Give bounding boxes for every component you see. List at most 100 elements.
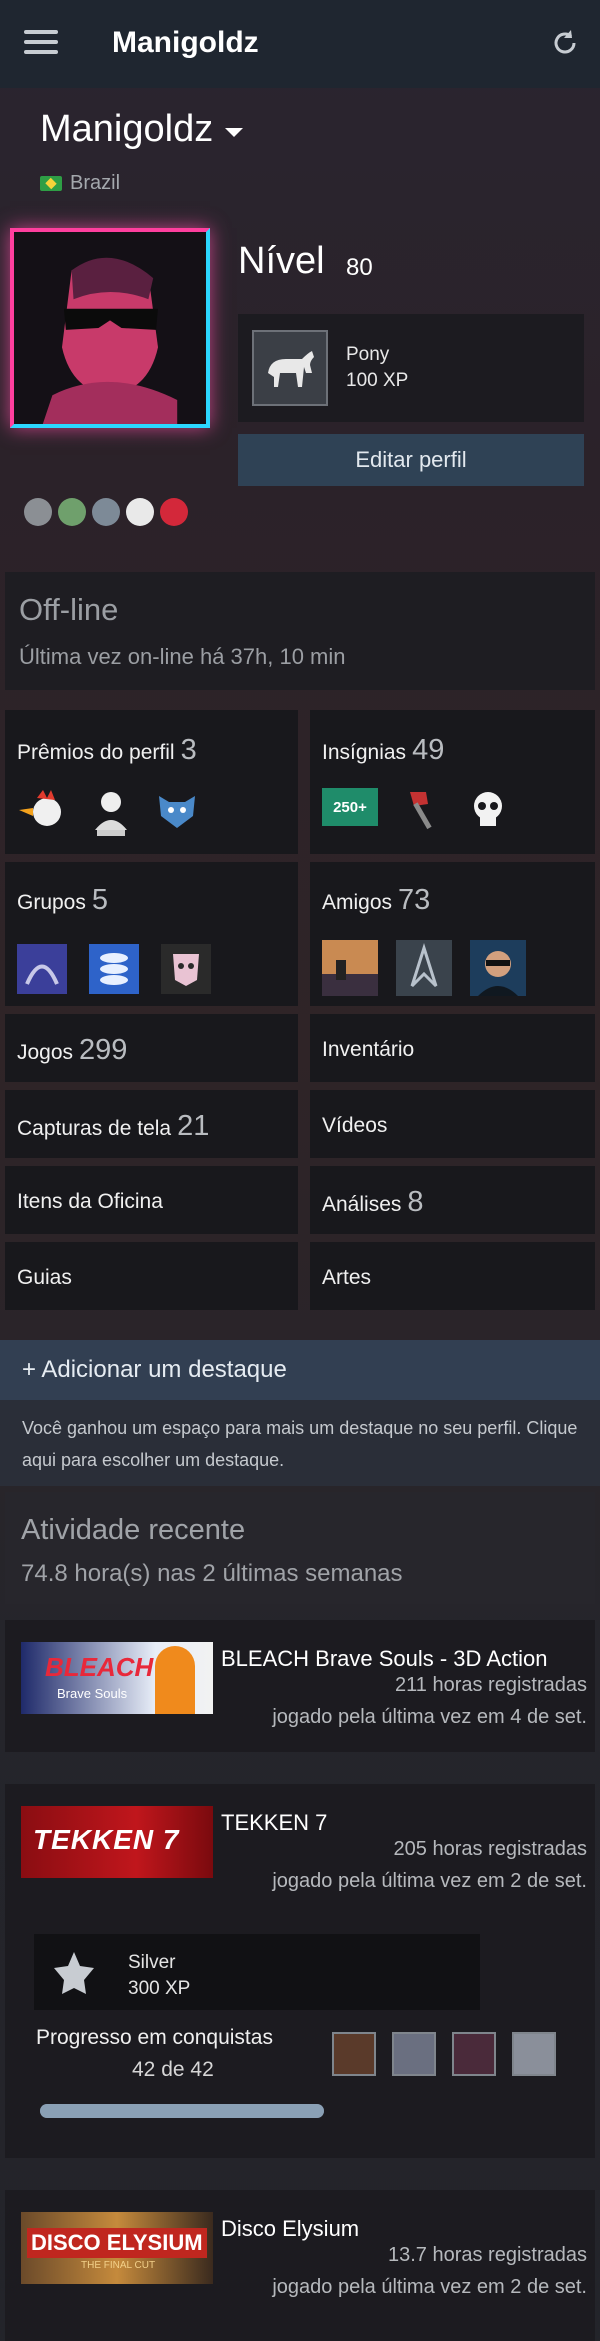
character-art xyxy=(155,1646,195,1714)
game-last-played: jogado pela última vez em 4 de set. xyxy=(272,1706,587,1728)
game-hours: 205 horas registradas xyxy=(393,1838,587,1860)
friend-avatar-icon xyxy=(396,940,452,996)
tile-label: Inventário xyxy=(322,1038,415,1061)
edit-profile-button[interactable]: Editar perfil xyxy=(238,434,584,486)
group-avatar-icon xyxy=(161,944,211,994)
achievement-icon[interactable] xyxy=(452,2032,496,2076)
game-capsule-image[interactable]: DISCO ELYSIUM THE FINAL CUT xyxy=(21,2212,213,2284)
tile-badges[interactable]: Insígnias 49 250+ xyxy=(310,710,595,854)
profile-name-dropdown[interactable]: Manigoldz xyxy=(40,108,244,151)
achievement-progress-bar xyxy=(40,2104,324,2118)
tile-count: 49 xyxy=(412,734,445,766)
pony-badge-icon xyxy=(252,330,328,406)
profile-country: Brazil xyxy=(40,172,120,195)
tile-label: Grupos xyxy=(17,891,86,914)
profile-name: Manigoldz xyxy=(40,108,214,150)
mini-badge-icon[interactable] xyxy=(92,498,120,526)
game-capsule-subtitle: Brave Souls xyxy=(57,1686,128,1701)
brazil-flag-icon xyxy=(40,176,62,191)
250-plus-badge-icon: 250+ xyxy=(322,788,378,826)
game-badge-panel[interactable]: Silver 300 XP xyxy=(34,1934,480,2010)
skull-badge-icon xyxy=(474,792,502,826)
game-badge-xp: 300 XP xyxy=(128,1978,191,1999)
chevron-down-icon xyxy=(225,128,244,137)
tile-label: Análises xyxy=(322,1193,402,1216)
app-title: Manigoldz xyxy=(112,26,259,59)
game-capsule-image[interactable]: BLEACH Brave Souls xyxy=(21,1642,213,1714)
tile-reviews[interactable]: Análises 8 xyxy=(310,1166,595,1234)
add-showcase-description: Você ganhou um espaço para mais um desta… xyxy=(22,1418,578,1470)
tile-guides[interactable]: Guias xyxy=(5,1242,298,1310)
equipped-badges xyxy=(24,498,188,526)
mini-badge-icon[interactable] xyxy=(58,498,86,526)
achievement-icon[interactable] xyxy=(392,2032,436,2076)
game-name: Disco Elysium xyxy=(221,2216,360,2241)
game-last-played: jogado pela última vez em 2 de set. xyxy=(272,1870,587,1892)
hamburger-menu-icon[interactable] xyxy=(24,30,58,56)
achievement-icons xyxy=(332,2032,556,2076)
add-showcase-button[interactable]: + Adicionar um destaque xyxy=(0,1340,600,1400)
recent-activity-title: Atividade recente xyxy=(21,1514,246,1546)
tile-label: Vídeos xyxy=(322,1114,388,1137)
top-bar: Manigoldz xyxy=(0,0,600,88)
recent-game-card[interactable]: BLEACH Brave Souls BLEACH Brave Souls - … xyxy=(5,1620,595,1752)
refresh-icon[interactable] xyxy=(550,28,580,58)
add-showcase-panel[interactable]: + Adicionar um destaque Você ganhou um e… xyxy=(0,1340,600,1486)
tile-groups[interactable]: Grupos 5 xyxy=(5,862,298,1006)
achievement-progress-fill xyxy=(40,2104,324,2118)
game-capsule-title: BLEACH xyxy=(45,1652,154,1682)
recent-game-card[interactable]: DISCO ELYSIUM THE FINAL CUT Disco Elysiu… xyxy=(5,2190,595,2341)
silver-badge-icon xyxy=(54,1952,94,1994)
tile-count: 299 xyxy=(79,1034,128,1066)
achievement-icon[interactable] xyxy=(332,2032,376,2076)
mini-badge-icon[interactable] xyxy=(126,498,154,526)
game-name: TEKKEN 7 xyxy=(221,1810,328,1835)
tile-label: Prêmios do perfil xyxy=(17,741,175,764)
badge-name: Pony xyxy=(346,344,390,365)
achievement-icon[interactable] xyxy=(512,2032,556,2076)
tile-label: Artes xyxy=(322,1266,372,1289)
game-capsule-title: TEKKEN 7 xyxy=(33,1824,180,1855)
level-label: Nível xyxy=(238,240,325,282)
tile-label: Guias xyxy=(17,1266,72,1289)
game-capsule-title: DISCO ELYSIUM xyxy=(27,2228,207,2258)
status-title: Off-line xyxy=(19,592,119,627)
tile-label: Itens da Oficina xyxy=(17,1190,163,1213)
tile-label: Insígnias xyxy=(322,741,407,764)
tile-count: 8 xyxy=(407,1186,424,1218)
tile-inventory[interactable]: Inventário xyxy=(310,1014,595,1082)
avatar[interactable] xyxy=(10,228,210,428)
game-hours: 13.7 horas registradas xyxy=(387,2244,587,2266)
game-name: BLEACH Brave Souls - 3D Action xyxy=(221,1646,548,1671)
tiger-award-icon xyxy=(159,796,195,828)
achievement-progress-label: Progresso em conquistas xyxy=(36,2026,273,2049)
badge-xp: 100 XP xyxy=(346,370,409,391)
tile-screenshots[interactable]: Capturas de tela 21 xyxy=(5,1090,298,1158)
axe-badge-icon xyxy=(410,792,432,830)
tile-artwork[interactable]: Artes xyxy=(310,1242,595,1310)
tile-friends[interactable]: Amigos 73 xyxy=(310,862,595,1006)
group-avatar-icon xyxy=(17,944,67,994)
game-capsule-image[interactable]: TEKKEN 7 xyxy=(21,1806,213,1878)
tile-label: Capturas de tela xyxy=(17,1117,172,1140)
last-online-text: Última vez on-line há 37h, 10 min xyxy=(19,644,346,669)
mini-badge-icon[interactable] xyxy=(160,498,188,526)
tile-games[interactable]: Jogos 299 xyxy=(5,1014,298,1082)
tile-videos[interactable]: Vídeos xyxy=(310,1090,595,1158)
mini-badge-icon[interactable] xyxy=(24,498,52,526)
tile-count: 3 xyxy=(180,734,197,766)
tile-count: 5 xyxy=(91,884,109,916)
online-status-panel: Off-line Última vez on-line há 37h, 10 m… xyxy=(5,572,595,690)
group-avatar-icon xyxy=(89,944,139,994)
game-last-played: jogado pela última vez em 2 de set. xyxy=(272,2276,587,2298)
achievement-count: 42 de 42 xyxy=(132,2058,214,2081)
country-label: Brazil xyxy=(70,172,121,194)
rooster-award-icon xyxy=(19,790,61,826)
featured-badge[interactable]: Pony 100 XP xyxy=(238,314,584,422)
tile-count: 73 xyxy=(398,884,431,916)
game-capsule-subtitle: THE FINAL CUT xyxy=(81,2260,156,2271)
tile-workshop[interactable]: Itens da Oficina xyxy=(5,1166,298,1234)
tile-count: 21 xyxy=(177,1110,210,1142)
recent-activity-header: Atividade recente 74.8 hora(s) nas 2 últ… xyxy=(5,1492,595,1604)
tile-profile-awards[interactable]: Prêmios do perfil 3 xyxy=(5,710,298,854)
